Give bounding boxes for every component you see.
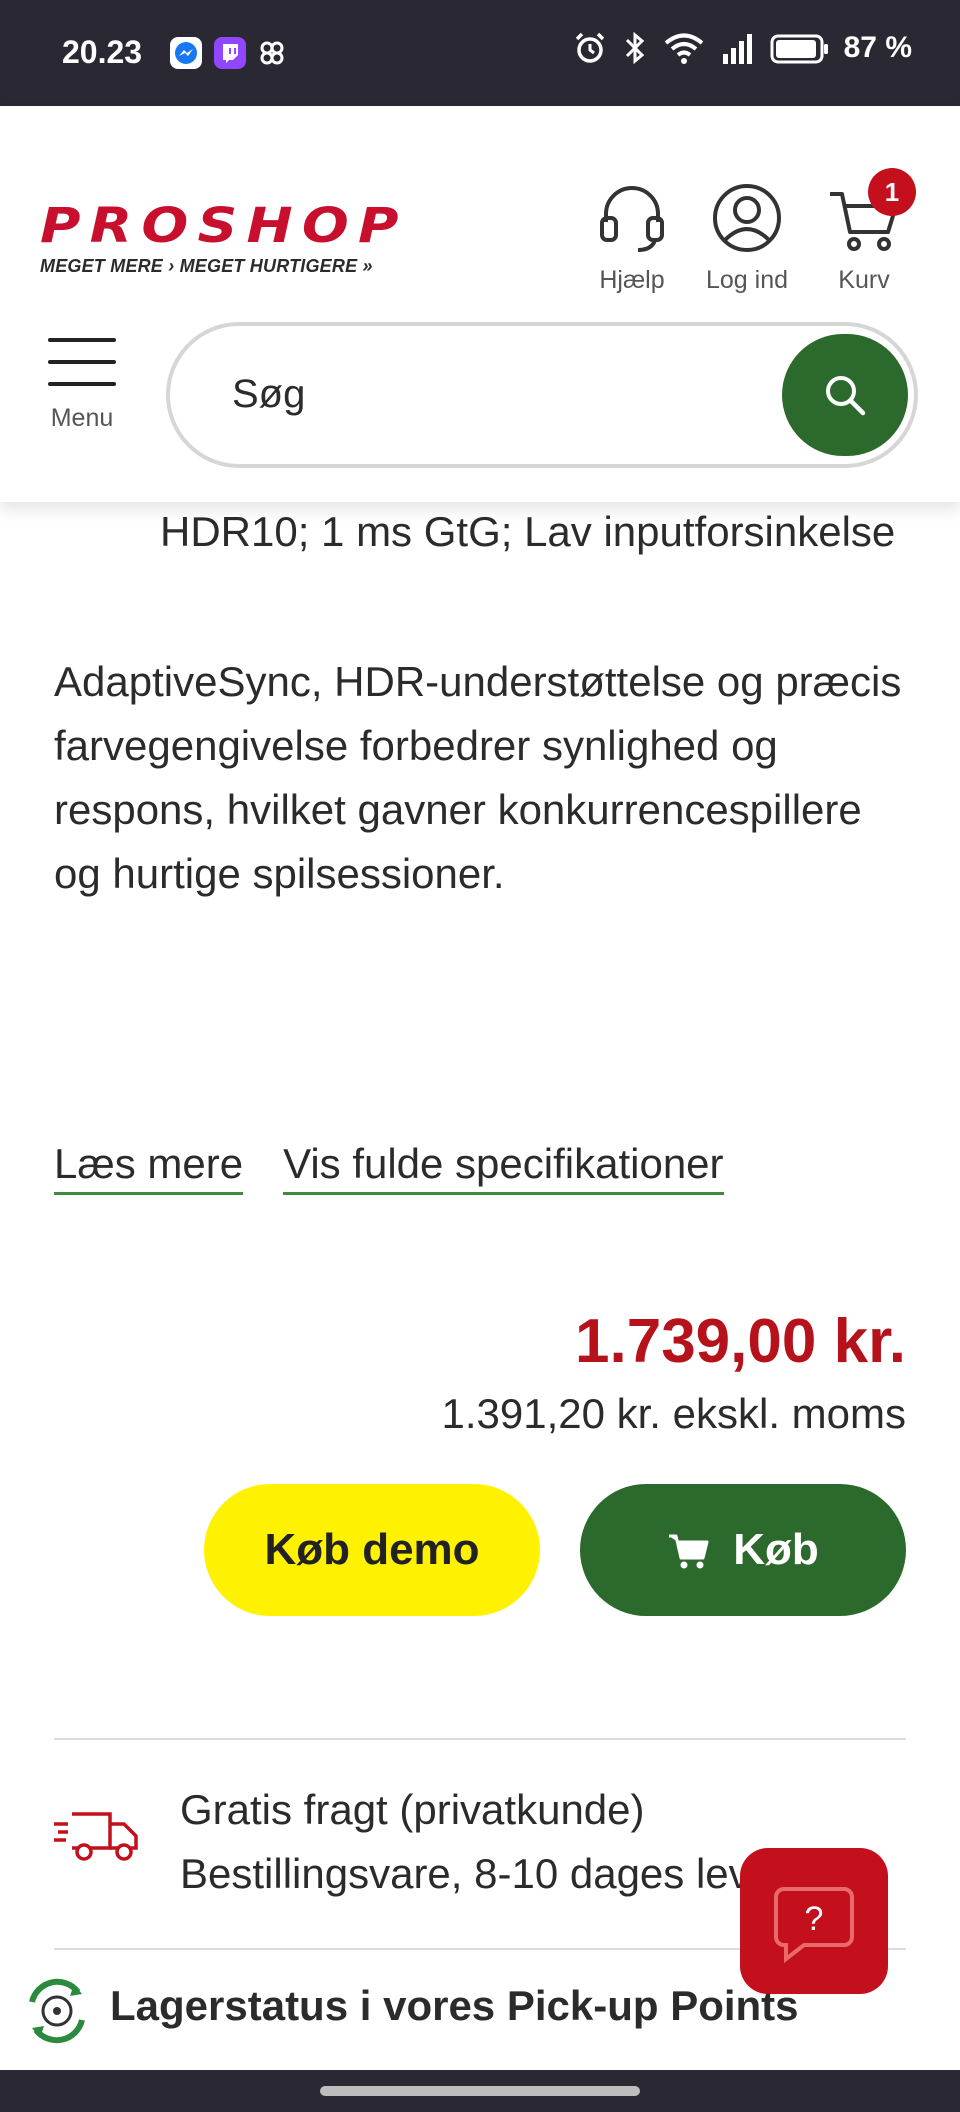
pinwheel-icon bbox=[256, 37, 288, 69]
cart-label: Kurv bbox=[838, 266, 890, 294]
menu-label: Menu bbox=[50, 404, 114, 432]
shipping-line-1: Gratis fragt (privatkunde) bbox=[180, 1786, 645, 1833]
help-chat-button[interactable]: ? bbox=[740, 1848, 888, 1994]
login-button[interactable]: Log ind bbox=[706, 178, 788, 295]
price-ex-vat: 1.391,20 kr. ekskl. moms bbox=[441, 1390, 906, 1437]
alarm-icon bbox=[575, 32, 604, 63]
divider bbox=[54, 1738, 906, 1740]
wifi-icon bbox=[664, 33, 703, 64]
delivery-truck-icon bbox=[54, 1812, 138, 1861]
buy-button[interactable]: Køb bbox=[580, 1484, 906, 1616]
chat-question-icon: ? bbox=[774, 1887, 854, 1964]
status-time: 20.23 bbox=[62, 34, 143, 70]
search-icon bbox=[826, 376, 866, 416]
status-bar: 20.23 87 % bbox=[0, 0, 960, 106]
product-links: Læs mere Vis fulde specifikationer bbox=[54, 1140, 724, 1195]
signal-icon bbox=[722, 34, 752, 64]
buy-demo-button[interactable]: Køb demo bbox=[204, 1484, 540, 1616]
help-fab-label: ? bbox=[805, 1900, 824, 1938]
cart-count-badge: 1 bbox=[868, 168, 916, 216]
battery-icon bbox=[770, 34, 828, 64]
pickup-status-link[interactable]: Lagerstatus i vores Pick-up Points bbox=[110, 1982, 799, 2030]
site-header: PROSHOP MEGET MERE › MEGET HURTIGERE » H… bbox=[0, 106, 960, 502]
cart-icon bbox=[669, 1534, 709, 1569]
read-more-link[interactable]: Læs mere bbox=[54, 1140, 244, 1195]
proshop-logo[interactable]: PROSHOP MEGET MERE › MEGET HURTIGERE » bbox=[40, 198, 398, 277]
buy-label: Køb bbox=[733, 1525, 819, 1574]
search-button[interactable] bbox=[782, 334, 908, 456]
messenger-icon bbox=[170, 37, 202, 69]
feature-bullet-continuation: HDR10; 1 ms GtG; Lav inputforsinkelse bbox=[160, 508, 896, 555]
logo-tagline: MEGET MERE › MEGET HURTIGERE » bbox=[40, 256, 373, 276]
system-nav-bar bbox=[0, 2070, 960, 2112]
hamburger-icon bbox=[40, 338, 124, 386]
battery-percent: 87 % bbox=[843, 31, 912, 64]
twitch-icon bbox=[214, 37, 246, 69]
product-price: 1.739,00 kr. bbox=[575, 1307, 906, 1376]
full-specs-link[interactable]: Vis fulde specifikationer bbox=[283, 1140, 724, 1195]
help-label: Hjælp bbox=[599, 266, 665, 294]
recycle-wheel-icon[interactable] bbox=[18, 1972, 96, 2050]
home-gesture-handle[interactable] bbox=[320, 2086, 640, 2096]
help-button[interactable]: Hjælp bbox=[592, 178, 672, 295]
search-input[interactable]: Søg bbox=[232, 372, 305, 417]
bluetooth-icon bbox=[625, 31, 644, 65]
product-description: AdaptiveSync, HDR-understøttelse og præc… bbox=[54, 658, 902, 897]
user-icon bbox=[713, 184, 782, 252]
logo-wordmark: PROSHOP bbox=[40, 198, 408, 254]
headset-icon bbox=[600, 186, 664, 252]
search-bar[interactable]: Søg bbox=[166, 322, 918, 468]
login-label: Log ind bbox=[706, 266, 789, 294]
menu-button[interactable]: Menu bbox=[40, 338, 124, 433]
